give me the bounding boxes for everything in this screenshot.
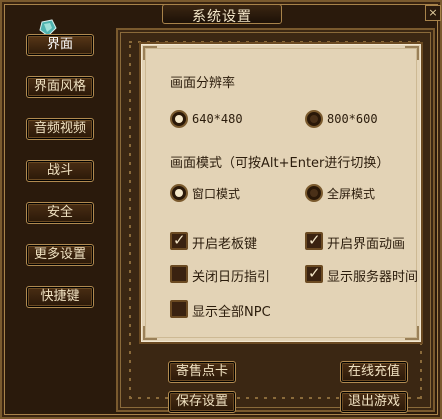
close-icon: × (428, 6, 438, 19)
close-button[interactable]: × (425, 5, 441, 21)
radio-800x600-label: 800*600 (327, 112, 378, 126)
sidebar-item-security[interactable]: 安全 (26, 202, 94, 224)
checkbox-boss-key-label: 开启老板键 (192, 237, 258, 252)
sidebar-item-audio-video[interactable]: 音频视频 (26, 118, 94, 140)
checkmark-icon: ✓ (173, 231, 186, 249)
recharge-button[interactable]: 在线充值 (340, 361, 408, 383)
radio-fullscreen-label: 全屏模式 (327, 187, 376, 201)
sidebar-item-combat[interactable]: 战斗 (26, 160, 94, 182)
checkbox-show-all-npc[interactable] (170, 300, 188, 318)
sidebar-item-hotkeys[interactable]: 快捷键 (26, 286, 94, 308)
settings-window: 系统设置 × 界面 界面风格 音频视频 战斗 安全 更多设置 快捷键 画面分辨率… (0, 0, 442, 419)
display-mode-heading: 画面模式（可按Alt+Enter进行切换） (170, 156, 390, 171)
sidebar-item-interface[interactable]: 界面 (26, 34, 94, 56)
title-bar: 系统设置 (162, 4, 282, 25)
exit-game-button[interactable]: 退出游戏 (340, 391, 408, 413)
radio-640x480-label: 640*480 (192, 112, 243, 126)
resolution-heading: 画面分辨率 (170, 76, 236, 91)
sidebar-item-more-settings[interactable]: 更多设置 (26, 244, 94, 266)
checkbox-show-all-npc-label: 显示全部NPC (192, 305, 271, 320)
window-title: 系统设置 (192, 9, 252, 25)
checkbox-boss-key[interactable]: ✓ (170, 231, 188, 250)
corner-ornament (405, 46, 419, 60)
checkmark-icon: ✓ (308, 264, 321, 282)
checkbox-calendar-guide[interactable] (170, 265, 188, 283)
radio-800x600[interactable] (305, 110, 323, 128)
sell-points-button[interactable]: 寄售点卡 (168, 361, 236, 383)
radio-windowed-label: 窗口模式 (192, 187, 241, 201)
checkbox-calendar-guide-label: 关闭日历指引 (192, 270, 271, 285)
radio-windowed[interactable] (170, 184, 188, 202)
radio-640x480[interactable] (170, 110, 188, 128)
corner-ornament (143, 326, 157, 340)
checkmark-icon: ✓ (308, 231, 321, 249)
settings-sidebar: 界面 界面风格 音频视频 战斗 安全 更多设置 快捷键 (18, 28, 118, 408)
corner-ornament (405, 326, 419, 340)
save-settings-button[interactable]: 保存设置 (168, 391, 236, 413)
sidebar-item-interface-style[interactable]: 界面风格 (26, 76, 94, 98)
checkbox-server-time[interactable]: ✓ (305, 264, 323, 283)
checkbox-ui-animation-label: 开启界面动画 (327, 237, 406, 252)
checkbox-ui-animation[interactable]: ✓ (305, 231, 323, 250)
checkbox-server-time-label: 显示服务器时间 (327, 270, 419, 285)
settings-panel: 画面分辨率 640*480 800*600 画面模式（可按Alt+Enter进行… (139, 42, 423, 344)
radio-fullscreen[interactable] (305, 184, 323, 202)
corner-ornament (143, 46, 157, 60)
